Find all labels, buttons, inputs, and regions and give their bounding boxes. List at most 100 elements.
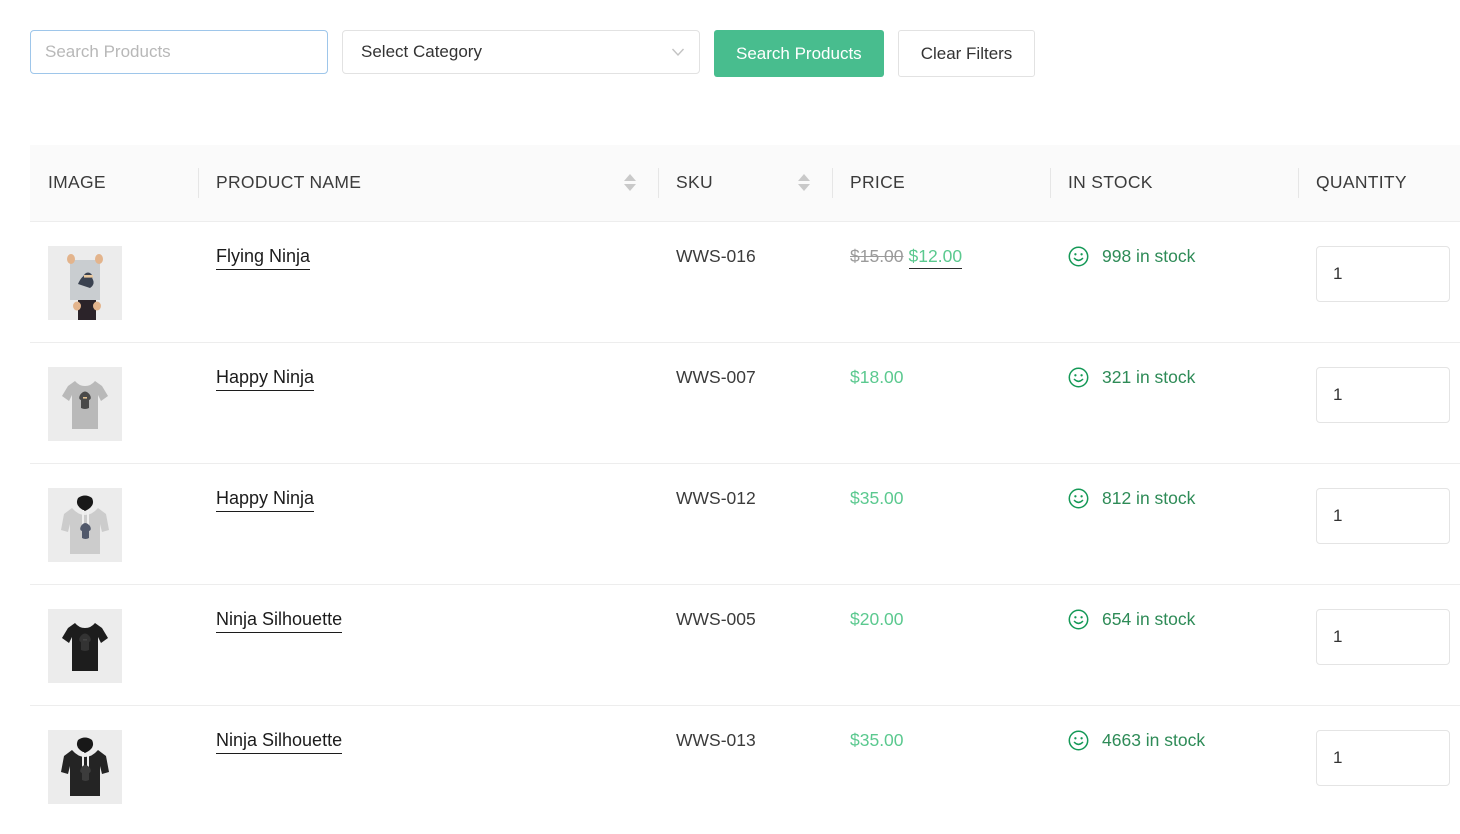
category-select[interactable]: Select Category <box>342 30 700 74</box>
column-label-price: PRICE <box>850 172 905 193</box>
stock-status-text: 4663 in stock <box>1102 729 1206 750</box>
search-input[interactable] <box>30 30 328 74</box>
quantity-input[interactable] <box>1316 366 1450 423</box>
product-thumbnail-hoodie-dark <box>48 729 122 804</box>
cell-quantity <box>1298 220 1460 342</box>
column-divider <box>832 167 833 198</box>
column-label-product-name: PRODUCT NAME <box>216 172 362 193</box>
product-name-link[interactable]: Happy Ninja <box>216 366 315 391</box>
column-header-image: IMAGE <box>30 145 198 221</box>
cell-quantity <box>1298 462 1460 584</box>
sku-value: WWS-005 <box>676 608 756 629</box>
product-thumbnail-poster <box>48 245 122 320</box>
table-body: Flying Ninja WWS-016 $15.00 $12.00 998 in st… <box>30 220 1460 826</box>
quantity-input[interactable] <box>1316 608 1450 665</box>
smiley-face-icon <box>1068 246 1089 267</box>
column-divider <box>1050 167 1051 198</box>
column-divider <box>1298 167 1299 198</box>
column-divider <box>658 167 659 198</box>
stock-status-text: 812 in stock <box>1102 487 1196 508</box>
cell-sku: WWS-016 <box>658 220 832 342</box>
cell-quantity <box>1298 583 1460 705</box>
filter-bar: Select Category Search Products Clear Fi… <box>0 0 1460 110</box>
stock-status-text: 998 in stock <box>1102 245 1196 266</box>
cell-product-name: Happy Ninja <box>198 462 658 584</box>
cell-sku: WWS-013 <box>658 704 832 826</box>
search-products-button[interactable]: Search Products <box>714 30 884 77</box>
table-row: Flying Ninja WWS-016 $15.00 $12.00 998 in st… <box>30 220 1460 342</box>
column-label-sku: SKU <box>676 172 713 193</box>
price-current: $20.00 <box>850 608 904 629</box>
product-name-link[interactable]: Flying Ninja <box>216 245 311 270</box>
sku-value: WWS-013 <box>676 729 756 750</box>
product-name-link[interactable]: Ninja Silhouette <box>216 729 343 754</box>
products-table: IMAGE PRODUCT NAME SKU PRICE IN STOCK QU… <box>30 145 1460 826</box>
cell-image <box>30 583 198 705</box>
sku-value: WWS-007 <box>676 366 756 387</box>
table-header-row: IMAGE PRODUCT NAME SKU PRICE IN STOCK QU… <box>30 145 1460 221</box>
cell-in-stock: 998 in stock <box>1050 220 1298 342</box>
smiley-face-icon <box>1068 367 1089 388</box>
table-row: Happy Ninja WWS-007 $18.00 321 in stock <box>30 341 1460 463</box>
column-header-quantity: QUANTITY <box>1298 145 1460 221</box>
cell-in-stock: 654 in stock <box>1050 583 1298 705</box>
cell-in-stock: 812 in stock <box>1050 462 1298 584</box>
cell-price: $35.00 <box>832 462 1050 584</box>
cell-price: $18.00 <box>832 341 1050 463</box>
cell-image <box>30 220 198 342</box>
cell-image <box>30 462 198 584</box>
product-name-link[interactable]: Ninja Silhouette <box>216 608 343 633</box>
stock-status-text: 654 in stock <box>1102 608 1196 629</box>
table-row: Happy Ninja WWS-012 $35.00 812 in stock <box>30 462 1460 584</box>
cell-quantity <box>1298 704 1460 826</box>
quantity-input[interactable] <box>1316 729 1450 786</box>
cell-sku: WWS-012 <box>658 462 832 584</box>
products-table-wrapper: IMAGE PRODUCT NAME SKU PRICE IN STOCK QU… <box>30 145 1460 826</box>
column-header-in-stock: IN STOCK <box>1050 145 1298 221</box>
cell-in-stock: 321 in stock <box>1050 341 1298 463</box>
sku-value: WWS-016 <box>676 245 756 266</box>
sort-updown-icon[interactable] <box>624 174 636 192</box>
cell-price: $20.00 <box>832 583 1050 705</box>
price-sale: $12.00 <box>908 245 963 269</box>
sku-value: WWS-012 <box>676 487 756 508</box>
quantity-input[interactable] <box>1316 487 1450 544</box>
price-regular: $15.00 <box>850 245 904 266</box>
product-thumbnail-hoodie-light <box>48 487 122 562</box>
table-row: Ninja Silhouette WWS-013 $35.00 4663 in sto… <box>30 704 1460 826</box>
cell-in-stock: 4663 in stock <box>1050 704 1298 826</box>
table-row: Ninja Silhouette WWS-005 $20.00 654 in stoc… <box>30 583 1460 705</box>
smiley-face-icon <box>1068 730 1089 751</box>
cell-product-name: Happy Ninja <box>198 341 658 463</box>
product-thumbnail-tshirt-dark <box>48 608 122 683</box>
quantity-input[interactable] <box>1316 245 1450 302</box>
cell-product-name: Flying Ninja <box>198 220 658 342</box>
cell-product-name: Ninja Silhouette <box>198 583 658 705</box>
smiley-face-icon <box>1068 609 1089 630</box>
cell-sku: WWS-007 <box>658 341 832 463</box>
category-select-value: Select Category <box>361 42 482 61</box>
price-current: $35.00 <box>850 729 904 750</box>
cell-price: $15.00 $12.00 <box>832 220 1050 342</box>
cell-quantity <box>1298 341 1460 463</box>
clear-filters-button[interactable]: Clear Filters <box>897 30 1036 77</box>
column-label-in-stock: IN STOCK <box>1068 172 1153 193</box>
smiley-face-icon <box>1068 488 1089 509</box>
column-divider <box>198 167 199 198</box>
cell-product-name: Ninja Silhouette <box>198 704 658 826</box>
cell-sku: WWS-005 <box>658 583 832 705</box>
cell-image <box>30 341 198 463</box>
column-label-image: IMAGE <box>48 172 106 193</box>
column-header-price: PRICE <box>832 145 1050 221</box>
column-label-quantity: QUANTITY <box>1316 172 1407 193</box>
cell-image <box>30 704 198 826</box>
cell-price: $35.00 <box>832 704 1050 826</box>
product-thumbnail-tshirt-light <box>48 366 122 441</box>
column-header-sku[interactable]: SKU <box>658 145 832 221</box>
table-header: IMAGE PRODUCT NAME SKU PRICE IN STOCK QU… <box>30 145 1460 221</box>
product-name-link[interactable]: Happy Ninja <box>216 487 315 512</box>
column-header-product-name[interactable]: PRODUCT NAME <box>198 145 658 221</box>
price-current: $35.00 <box>850 487 904 508</box>
sort-updown-icon[interactable] <box>798 174 810 192</box>
price-current: $18.00 <box>850 366 904 387</box>
